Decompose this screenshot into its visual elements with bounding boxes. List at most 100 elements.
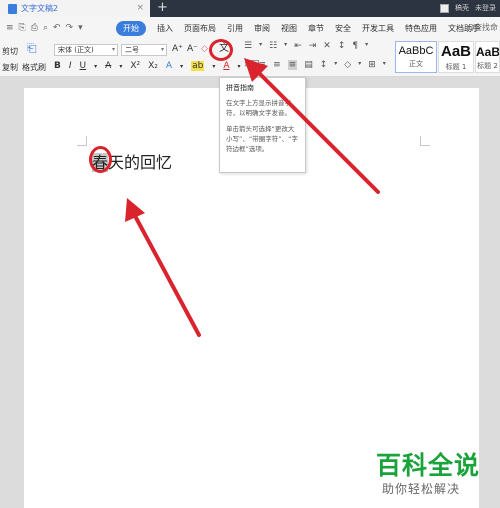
line-spacing-dropdown-icon[interactable]: ▾ xyxy=(334,60,337,70)
line-spacing-icon[interactable]: ↕ xyxy=(320,60,328,70)
tab-section[interactable]: 章节 xyxy=(308,23,324,34)
shading-dropdown-icon[interactable]: ▾ xyxy=(358,60,361,70)
paragraph-row-2: ≡ ≡ ≡ ≡ ▤ ↕ ▾ ◇ ▾ ⊞ ▾ xyxy=(244,60,386,70)
clear-format-icon[interactable]: ◇ xyxy=(201,44,208,54)
pinyin-tooltip: 拼音指南 在文字上方显示拼音字符，以明确文字发音。 单击箭头可选择“更改大小写”… xyxy=(219,77,306,173)
italic-button[interactable]: I xyxy=(69,61,72,71)
document-text-rest[interactable]: 天的回忆 xyxy=(108,153,172,172)
style-normal[interactable]: AaBbC 正文 xyxy=(395,41,437,73)
bullets-icon[interactable]: ☰ xyxy=(244,41,252,51)
align-center-icon[interactable]: ≡ xyxy=(259,60,267,70)
show-marks-icon[interactable]: ¶ xyxy=(352,41,358,51)
font-color-dropdown-icon[interactable]: ▾ xyxy=(238,63,241,70)
menu-icon[interactable]: ≡ xyxy=(6,23,14,33)
tab-review[interactable]: 审阅 xyxy=(254,23,270,34)
undo-icon[interactable]: ↶ xyxy=(53,23,61,33)
login-button[interactable]: 未登录 xyxy=(475,3,496,13)
font-format-row: B I U ▾ A ▾ X² X₂ A ▾ ab ▾ A ▾ A xyxy=(54,60,259,72)
preview-icon[interactable]: ⌕ xyxy=(43,23,48,33)
print-icon[interactable]: ⎙ xyxy=(31,23,38,33)
subscript-button[interactable]: X₂ xyxy=(148,61,158,71)
pinyin-annotation-circle xyxy=(209,39,233,61)
font-size-value: 二号 xyxy=(125,46,139,54)
highlight-button[interactable]: ab xyxy=(191,61,205,71)
ribbon: 剪切 复制 ⎗ 格式刷 宋体 (正文) ▾ 二号 ▾ A⁺ A⁻ ◇ 文 B I… xyxy=(0,39,500,77)
font-name-value: 宋体 (正文) xyxy=(58,46,94,54)
title-bar: 文字文稿2 × + 稿壳 未登录 xyxy=(0,0,500,17)
sort-icon[interactable]: ↕ xyxy=(338,41,346,51)
margin-corner-mark xyxy=(77,136,87,146)
margin-corner-mark xyxy=(420,136,430,146)
font-name-select[interactable]: 宋体 (正文) ▾ xyxy=(54,44,118,56)
style-heading-2[interactable]: AaBl 标题 2 xyxy=(475,41,500,73)
shading-icon[interactable]: ◇ xyxy=(344,60,351,70)
strikethrough-dropdown-icon[interactable]: ▾ xyxy=(119,63,122,70)
paragraph-row-1: ☰ ▾ ☷ ▾ ⇤ ⇥ ✕ ↕ ¶ ▾ xyxy=(244,41,368,51)
text-effect-dropdown-icon[interactable]: ▾ xyxy=(180,63,183,70)
close-tab-icon[interactable]: × xyxy=(136,3,144,13)
distributed-icon[interactable]: ▤ xyxy=(304,60,313,70)
strikethrough-button[interactable]: A xyxy=(105,61,111,71)
align-right-icon[interactable]: ≡ xyxy=(273,60,281,70)
grow-font-button[interactable]: A⁺ xyxy=(172,44,183,54)
show-marks-dropdown-icon[interactable]: ▾ xyxy=(365,41,368,51)
chevron-down-icon: ▾ xyxy=(111,46,115,53)
increase-indent-icon[interactable]: ⇥ xyxy=(309,41,317,51)
bold-button[interactable]: B xyxy=(54,61,61,71)
tab-insert[interactable]: 插入 xyxy=(157,23,173,34)
font-color-button[interactable]: A xyxy=(223,61,229,71)
align-left-icon[interactable]: ≡ xyxy=(244,60,252,70)
style-normal-sample: AaBbC xyxy=(398,45,434,57)
style-normal-name: 正文 xyxy=(409,60,423,68)
tab-page-layout[interactable]: 页面布局 xyxy=(184,23,216,34)
search-command[interactable]: Q查找命 xyxy=(468,22,498,33)
menu-tabs: 开始 插入 页面布局 引用 审阅 视图 章节 安全 开发工具 特色应用 文档助手 xyxy=(116,20,480,36)
borders-icon[interactable]: ⊞ xyxy=(368,60,376,70)
tab-special-apps[interactable]: 特色应用 xyxy=(405,23,437,34)
underline-button[interactable]: U xyxy=(80,61,87,71)
justify-icon[interactable]: ≡ xyxy=(287,60,298,70)
format-painter-button[interactable]: 格式刷 xyxy=(22,62,46,73)
skin-button[interactable]: 稿壳 xyxy=(455,3,469,13)
watermark-logo: 百科全说 xyxy=(376,451,481,480)
style-heading-2-name: 标题 2 xyxy=(477,62,498,70)
underline-dropdown-icon[interactable]: ▾ xyxy=(94,63,97,70)
selection-annotation-circle xyxy=(89,146,112,173)
redo-icon[interactable]: ↷ xyxy=(66,23,74,33)
tab-references[interactable]: 引用 xyxy=(227,23,243,34)
cut-button[interactable]: 剪切 xyxy=(2,46,18,57)
tooltip-description: 在文字上方显示拼音字符，以明确文字发音。 xyxy=(226,99,291,117)
tab-developer[interactable]: 开发工具 xyxy=(362,23,394,34)
tab-view[interactable]: 视图 xyxy=(281,23,297,34)
chinese-layout-icon[interactable]: ✕ xyxy=(323,41,331,51)
style-heading-1[interactable]: AaB 标题 1 xyxy=(438,41,474,73)
title-bar-right: 稿壳 未登录 xyxy=(440,3,496,13)
decrease-indent-icon[interactable]: ⇤ xyxy=(294,41,302,51)
copy-button[interactable]: 复制 xyxy=(2,62,18,73)
tab-security[interactable]: 安全 xyxy=(335,23,351,34)
borders-dropdown-icon[interactable]: ▾ xyxy=(383,60,386,70)
document-tab[interactable]: 文字文稿2 × xyxy=(0,0,150,17)
tooltip-hint: 单击箭头可选择“更改大小写”、“带圈字符”、“字符边框”选项。 xyxy=(226,125,298,153)
shrink-font-button[interactable]: A⁻ xyxy=(187,44,198,54)
font-size-select[interactable]: 二号 ▾ xyxy=(121,44,167,56)
watermark-tagline: 助你轻松解决 xyxy=(382,482,461,496)
superscript-button[interactable]: X² xyxy=(130,61,140,71)
style-heading-2-sample: AaBl xyxy=(476,45,500,59)
style-heading-1-name: 标题 1 xyxy=(445,63,467,71)
chevron-down-icon: ▾ xyxy=(160,46,164,53)
menu-bar: ≡ ⎘ ⎙ ⌕ ↶ ↷ ▾ 开始 插入 页面布局 引用 审阅 视图 章节 安全 … xyxy=(0,17,500,39)
text-effect-button[interactable]: A xyxy=(166,61,172,71)
tab-home[interactable]: 开始 xyxy=(116,20,146,36)
new-tab-button[interactable]: + xyxy=(157,0,168,16)
bullets-dropdown-icon[interactable]: ▾ xyxy=(259,41,262,51)
customize-icon[interactable]: ▾ xyxy=(78,23,83,33)
layout-icon[interactable] xyxy=(440,3,449,13)
save-icon[interactable]: ⎘ xyxy=(19,23,26,33)
numbering-dropdown-icon[interactable]: ▾ xyxy=(284,41,287,51)
numbering-icon[interactable]: ☷ xyxy=(269,41,277,51)
paste-icon[interactable]: ⎗ xyxy=(27,41,37,56)
highlight-dropdown-icon[interactable]: ▾ xyxy=(212,63,215,70)
document-tab-title: 文字文稿2 xyxy=(21,4,59,13)
style-heading-1-sample: AaB xyxy=(440,43,471,60)
